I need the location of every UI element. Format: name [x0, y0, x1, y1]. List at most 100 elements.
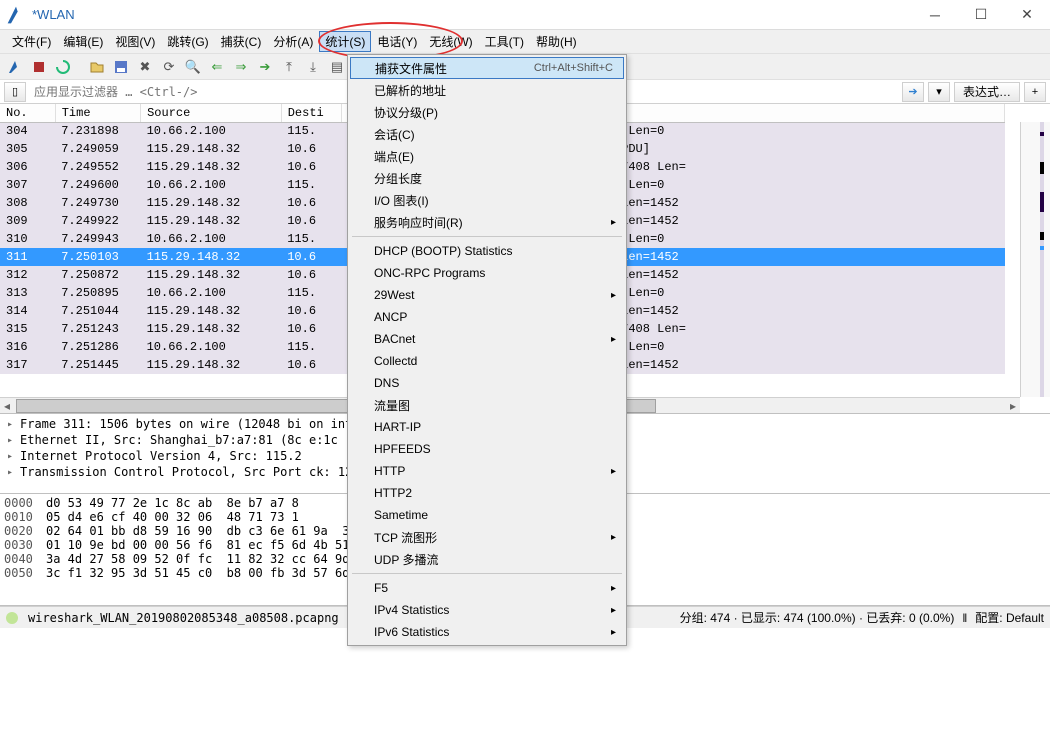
hex-offset: 0000	[4, 496, 46, 510]
dropdown-item-11[interactable]: 29West ▸	[350, 284, 624, 306]
dropdown-item-label: 会话(C)	[374, 126, 415, 143]
dropdown-item-16[interactable]: 流量图	[350, 394, 624, 416]
menu-item-0[interactable]: 文件(F)	[6, 31, 57, 52]
expand-icon[interactable]: ▸	[4, 467, 16, 478]
menu-item-8[interactable]: 无线(W)	[423, 31, 478, 52]
maximize-button[interactable]: ☐	[958, 0, 1004, 30]
dropdown-item-12[interactable]: ANCP	[350, 306, 624, 328]
first-packet-icon[interactable]: ⤒	[278, 56, 300, 78]
submenu-arrow-icon: ▸	[611, 466, 616, 477]
dropdown-item-label: Collectd	[374, 354, 417, 368]
menu-item-3[interactable]: 跳转(G)	[161, 31, 214, 52]
expert-info-icon[interactable]	[6, 612, 18, 624]
start-capture-icon[interactable]	[4, 56, 26, 78]
dropdown-item-23[interactable]: UDP 多播流	[350, 548, 624, 570]
menu-separator	[352, 236, 622, 237]
filter-bookmark-icon[interactable]: ▯	[4, 82, 26, 102]
hex-bytes: 05 d4 e6 cf 40 00 32 06 48 71 73 1	[46, 510, 299, 524]
hex-bytes: 3c f1 32 95 3d 51 45 c0 b8 00 fb 3d 57 6…	[46, 566, 393, 580]
column-header[interactable]: Source	[141, 104, 282, 122]
close-button[interactable]: ✕	[1004, 0, 1050, 30]
dropdown-item-0[interactable]: 捕获文件属性Ctrl+Alt+Shift+C	[350, 57, 624, 79]
dropdown-item-label: 捕获文件属性	[375, 60, 447, 77]
expand-icon[interactable]: ▸	[4, 435, 16, 446]
hex-offset: 0030	[4, 538, 46, 552]
dropdown-item-9[interactable]: DHCP (BOOTP) Statistics	[350, 240, 624, 262]
dropdown-item-label: 协议分级(P)	[374, 104, 438, 121]
menu-item-10[interactable]: 帮助(H)	[530, 31, 583, 52]
dropdown-item-27[interactable]: IPv6 Statistics ▸	[350, 621, 624, 643]
submenu-arrow-icon: ▸	[611, 217, 616, 228]
dropdown-item-17[interactable]: HART-IP	[350, 416, 624, 438]
go-back-icon[interactable]: ⇐	[206, 56, 228, 78]
dropdown-item-15[interactable]: DNS	[350, 372, 624, 394]
dropdown-item-label: 流量图	[374, 397, 410, 414]
dropdown-item-22[interactable]: TCP 流图形▸	[350, 526, 624, 548]
add-button[interactable]: +	[1024, 82, 1046, 102]
column-header[interactable]: Desti	[281, 104, 341, 122]
submenu-arrow-icon: ▸	[611, 290, 616, 301]
expand-icon[interactable]: ▸	[4, 419, 16, 430]
go-to-icon[interactable]: ➔	[254, 56, 276, 78]
submenu-arrow-icon: ▸	[611, 627, 616, 638]
minimize-button[interactable]: ─	[912, 0, 958, 30]
dropdown-item-4[interactable]: 端点(E)	[350, 145, 624, 167]
packet-mini-map[interactable]	[1020, 122, 1050, 397]
dropdown-item-label: 29West	[374, 288, 414, 302]
title-bar: *WLAN ─ ☐ ✕	[0, 0, 1050, 30]
dropdown-item-label: UDP 多播流	[374, 551, 438, 568]
save-icon[interactable]	[110, 56, 132, 78]
dropdown-item-5[interactable]: 分组长度	[350, 167, 624, 189]
filter-apply-icon[interactable]: ➔	[902, 82, 924, 102]
hex-offset: 0040	[4, 552, 46, 566]
dropdown-item-2[interactable]: 协议分级(P)	[350, 101, 624, 123]
expression-button[interactable]: 表达式…	[954, 82, 1020, 102]
dropdown-item-label: IPv6 Statistics	[374, 625, 449, 639]
menu-item-9[interactable]: 工具(T)	[479, 31, 530, 52]
expand-icon[interactable]: ▸	[4, 451, 16, 462]
restart-capture-icon[interactable]	[52, 56, 74, 78]
autoscroll-icon[interactable]: ▤	[326, 56, 348, 78]
dropdown-item-18[interactable]: HPFEEDS	[350, 438, 624, 460]
open-icon[interactable]	[86, 56, 108, 78]
hex-offset: 0010	[4, 510, 46, 524]
app-icon	[6, 5, 26, 25]
dropdown-item-25[interactable]: F5 ▸	[350, 577, 624, 599]
hex-bytes: d0 53 49 77 2e 1c 8c ab 8e b7 a7 8	[46, 496, 299, 510]
dropdown-item-19[interactable]: HTTP▸	[350, 460, 624, 482]
reload-icon[interactable]: ⟳	[158, 56, 180, 78]
dropdown-item-label: F5	[374, 581, 388, 595]
menu-item-7[interactable]: 电话(Y)	[371, 31, 423, 52]
window-title: *WLAN	[32, 7, 75, 22]
dropdown-item-14[interactable]: Collectd	[350, 350, 624, 372]
stop-capture-icon[interactable]	[28, 56, 50, 78]
dropdown-item-3[interactable]: 会话(C)	[350, 123, 624, 145]
column-header[interactable]: Time	[55, 104, 140, 122]
menu-item-5[interactable]: 分析(A)	[267, 31, 319, 52]
go-forward-icon[interactable]: ⇒	[230, 56, 252, 78]
main-menu: 文件(F)编辑(E)视图(V)跳转(G)捕获(C)分析(A)统计(S)电话(Y)…	[0, 30, 1050, 54]
menu-item-4[interactable]: 捕获(C)	[215, 31, 268, 52]
dropdown-item-1[interactable]: 已解析的地址	[350, 79, 624, 101]
expression-label: 表达式…	[963, 83, 1011, 100]
dropdown-item-7[interactable]: 服务响应时间(R)▸	[350, 211, 624, 233]
close-file-icon[interactable]: ✖	[134, 56, 156, 78]
menu-item-6[interactable]: 统计(S)	[319, 31, 371, 52]
menu-item-2[interactable]: 视图(V)	[109, 31, 161, 52]
dropdown-item-6[interactable]: I/O 图表(I)	[350, 189, 624, 211]
last-packet-icon[interactable]: ⤓	[302, 56, 324, 78]
column-header[interactable]: No.	[0, 104, 55, 122]
dropdown-item-21[interactable]: Sametime	[350, 504, 624, 526]
submenu-arrow-icon: ▸	[611, 605, 616, 616]
hex-bytes: 3a 4d 27 58 09 52 0f fc 11 82 32 cc 64 9…	[46, 552, 393, 566]
menu-item-1[interactable]: 编辑(E)	[57, 31, 109, 52]
find-icon[interactable]: 🔍	[182, 56, 204, 78]
dropdown-item-10[interactable]: ONC-RPC Programs	[350, 262, 624, 284]
dropdown-item-26[interactable]: IPv4 Statistics▸	[350, 599, 624, 621]
dropdown-item-label: HART-IP	[374, 420, 421, 434]
filter-dropdown-icon[interactable]: ▾	[928, 82, 950, 102]
submenu-arrow-icon: ▸	[611, 532, 616, 543]
submenu-arrow-icon: ▸	[611, 583, 616, 594]
dropdown-item-13[interactable]: BACnet▸	[350, 328, 624, 350]
dropdown-item-20[interactable]: HTTP2	[350, 482, 624, 504]
